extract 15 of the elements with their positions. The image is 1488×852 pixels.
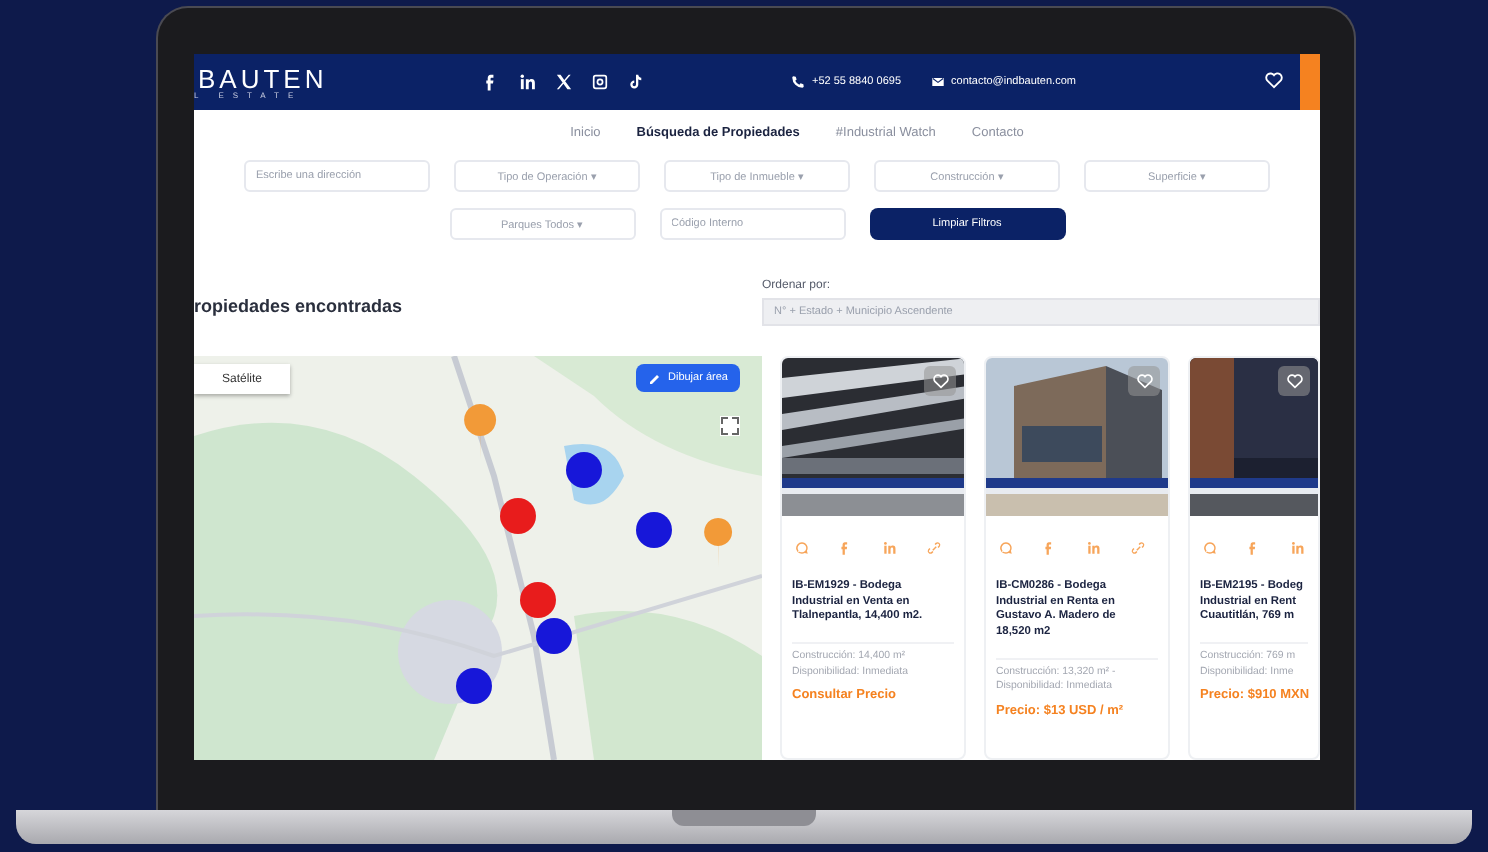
mail-icon[interactable] xyxy=(929,74,946,90)
heart-icon xyxy=(1135,372,1153,390)
x-icon[interactable] xyxy=(554,72,574,92)
phone-icon[interactable] xyxy=(790,74,806,90)
music-note-icon[interactable] xyxy=(626,72,646,92)
header-accent xyxy=(1300,54,1320,110)
favorite-button[interactable] xyxy=(924,366,956,396)
instagram-icon[interactable] xyxy=(590,72,610,92)
heart-icon xyxy=(931,372,949,390)
heart-icon[interactable] xyxy=(1264,70,1284,90)
linkedin-icon[interactable] xyxy=(518,72,538,92)
results-heading: ropiedades encontradas xyxy=(194,296,405,320)
logo-text[interactable]: BAUTEN xyxy=(198,65,354,91)
fullscreen-icon[interactable] xyxy=(720,416,740,436)
pencil-icon xyxy=(648,371,662,385)
